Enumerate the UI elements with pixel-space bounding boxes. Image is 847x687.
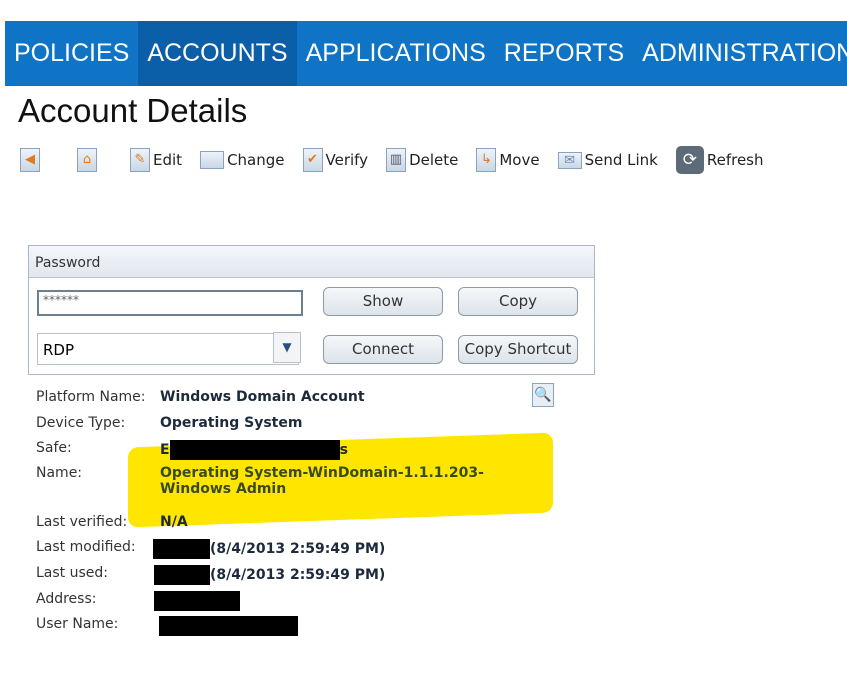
nav-applications[interactable]: APPLICATIONS <box>297 21 495 86</box>
move-label: Move <box>499 151 540 169</box>
back-arrow-icon: ◀ <box>20 148 40 172</box>
safe-row: Safe: Es <box>36 440 348 460</box>
password-field-icon <box>200 151 225 169</box>
username-value <box>159 616 298 636</box>
pencil-icon: ✎ <box>130 148 150 172</box>
password-panel: Password ****** RDP ▼ Show Copy Connect … <box>28 245 595 375</box>
password-header: Password <box>29 246 594 278</box>
delete-label: Delete <box>409 151 459 169</box>
refresh-label: Refresh <box>706 151 764 169</box>
nav-accounts[interactable]: ACCOUNTS <box>138 21 297 86</box>
verified-row: Last verified: N/A <box>36 514 188 530</box>
send-link-label: Send Link <box>584 151 658 169</box>
modified-value: (8/4/2013 2:59:49 PM) <box>153 539 385 559</box>
page-title: Account Details <box>18 92 248 129</box>
edit-button[interactable]: ✎ Edit <box>130 148 182 172</box>
copy-button[interactable]: Copy <box>458 287 578 316</box>
device-row: Device Type: Operating System <box>36 415 302 431</box>
verify-label: Verify <box>325 151 369 169</box>
name-line1: Operating System-WinDomain-1.1.1.203- <box>160 465 484 481</box>
home-button[interactable]: ⌂ <box>77 148 100 172</box>
delete-button[interactable]: ▥ Delete <box>386 148 458 172</box>
show-button[interactable]: Show <box>323 287 443 316</box>
safe-end: s <box>339 442 348 458</box>
used-value: (8/4/2013 2:59:49 PM) <box>154 565 385 585</box>
envelope-icon: ✉ <box>557 151 582 169</box>
home-icon: ⌂ <box>77 148 97 172</box>
send-link-button[interactable]: ✉ Send Link <box>557 151 658 169</box>
nav-policies[interactable]: POLICIES <box>5 21 138 86</box>
safe-label: Safe: <box>36 440 72 456</box>
edit-label: Edit <box>153 151 183 169</box>
modified-label: Last modified: <box>36 539 136 555</box>
name-value: Operating System-WinDomain-1.1.1.203- Win… <box>160 465 484 497</box>
connect-button[interactable]: Connect <box>323 335 443 364</box>
redaction <box>159 616 298 636</box>
refresh-icon: ⟳ <box>675 146 704 174</box>
username-label: User Name: <box>36 616 119 632</box>
verify-button[interactable]: ✔ Verify <box>302 148 369 172</box>
modified-row: Last modified: (8/4/2013 2:59:49 PM) <box>36 539 385 559</box>
verified-label: Last verified: <box>36 514 128 530</box>
name-line2: Windows Admin <box>160 481 287 497</box>
refresh-button[interactable]: ⟳ Refresh <box>675 146 764 174</box>
address-row: Address: <box>36 591 240 611</box>
trash-icon: ▥ <box>386 148 407 172</box>
used-row: Last used: (8/4/2013 2:59:49 PM) <box>36 565 385 585</box>
platform-row: Platform Name: Windows Domain Account <box>36 389 365 405</box>
safe-start: E <box>160 442 170 458</box>
copy-shortcut-button[interactable]: Copy Shortcut <box>458 335 578 364</box>
name-row: Name: Operating System-WinDomain-1.1.1.20… <box>36 465 484 497</box>
connection-select[interactable]: RDP <box>37 333 299 365</box>
chevron-down-icon[interactable]: ▼ <box>273 332 301 363</box>
password-input[interactable]: ****** <box>37 290 303 316</box>
used-label: Last used: <box>36 565 108 581</box>
nav-reports[interactable]: REPORTS <box>495 21 633 86</box>
platform-label: Platform Name: <box>36 389 146 405</box>
redaction <box>153 539 210 559</box>
redaction <box>154 565 210 585</box>
device-value: Operating System <box>160 415 303 431</box>
search-details-icon[interactable]: 🔍 <box>532 383 554 407</box>
back-button[interactable]: ◀ <box>20 148 43 172</box>
address-label: Address: <box>36 591 97 607</box>
device-label: Device Type: <box>36 415 126 431</box>
address-value <box>154 591 240 611</box>
nav-administration[interactable]: ADMINISTRATION <box>633 21 847 86</box>
move-icon: ↳ <box>476 148 497 172</box>
username-row: User Name: <box>36 616 298 636</box>
modified-date: (8/4/2013 2:59:49 PM) <box>210 541 386 557</box>
move-button[interactable]: ↳ Move <box>476 148 540 172</box>
used-date: (8/4/2013 2:59:49 PM) <box>210 567 386 583</box>
checkmark-icon: ✔ <box>302 148 323 172</box>
safe-value: Es <box>160 440 348 460</box>
verified-value: N/A <box>160 514 188 530</box>
redaction <box>169 440 340 460</box>
toolbar: ◀ ⌂ ✎ Edit Change ✔ Verify ▥ Delete ↳ Move ✉… <box>20 146 782 174</box>
redaction <box>154 591 240 611</box>
change-button[interactable]: Change <box>200 151 285 169</box>
top-nav: POLICIES ACCOUNTS APPLICATIONS REPORTS A… <box>5 21 847 86</box>
name-label: Name: <box>36 465 83 481</box>
change-label: Change <box>227 151 285 169</box>
platform-value: Windows Domain Account <box>160 389 365 405</box>
